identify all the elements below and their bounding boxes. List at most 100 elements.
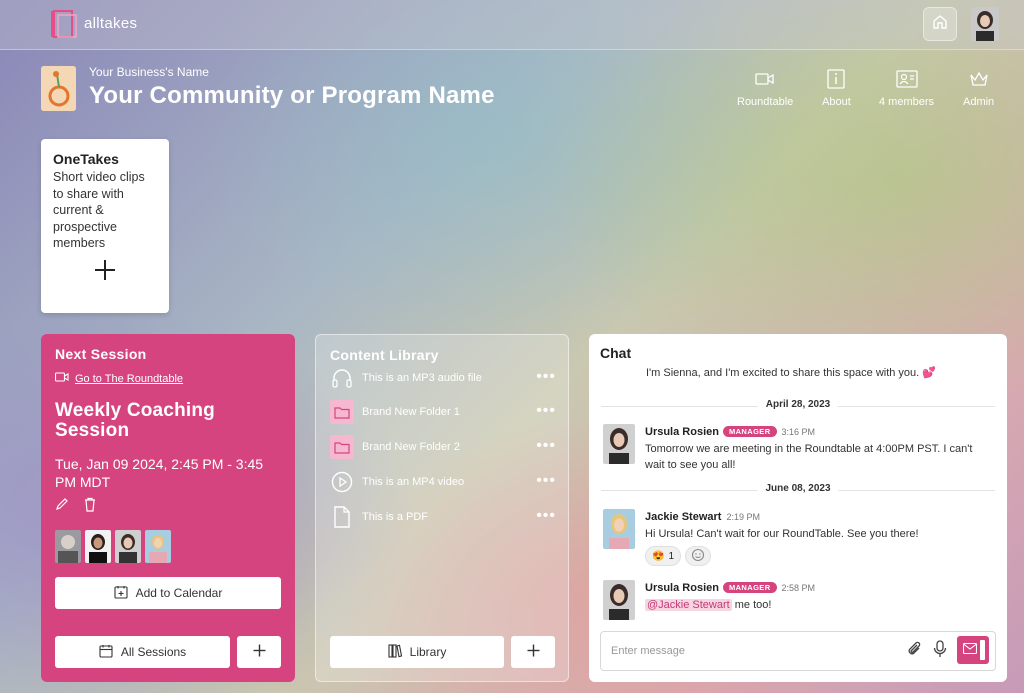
library-item[interactable]: Brand New Folder 1 •••: [330, 399, 556, 425]
calendar-plus-icon: [114, 585, 128, 602]
attendee-avatar[interactable]: [145, 530, 171, 563]
business-logo: [41, 66, 76, 111]
next-session-label: Next Session: [55, 346, 147, 362]
crown-icon: [968, 68, 990, 90]
add-to-calendar-button[interactable]: Add to Calendar: [55, 577, 281, 609]
nav-admin[interactable]: Admin: [963, 68, 994, 108]
send-button[interactable]: [957, 636, 989, 664]
microphone-icon: [933, 639, 947, 661]
reaction-emoji: 😍: [652, 550, 665, 562]
avatar[interactable]: [603, 580, 635, 620]
community-name: Your Community or Program Name: [89, 82, 495, 109]
trash-icon: [83, 497, 97, 516]
smiley-icon: [691, 548, 705, 565]
add-session-button[interactable]: [237, 636, 281, 668]
headphones-icon: [330, 366, 354, 390]
reaction-chip[interactable]: 😍 1: [645, 546, 682, 566]
date-divider-text: June 08, 2023: [757, 483, 839, 494]
more-options-icon[interactable]: •••: [536, 507, 556, 525]
books-icon: [388, 643, 402, 661]
date-divider: April 28, 2023: [601, 399, 995, 413]
message-author: Ursula Rosien: [645, 426, 719, 438]
voice-button[interactable]: [933, 639, 947, 661]
home-icon: [932, 14, 948, 35]
play-icon: [330, 470, 354, 494]
library-item[interactable]: This is an MP3 audio file •••: [330, 365, 556, 391]
all-sessions-button[interactable]: All Sessions: [55, 636, 230, 668]
library-item[interactable]: Brand New Folder 2 •••: [330, 434, 556, 460]
app-logo[interactable]: alltakes: [50, 8, 137, 38]
nav-members-label: 4 members: [879, 96, 935, 108]
edit-session-button[interactable]: [55, 497, 69, 517]
content-library-card: Content Library This is an MP3 audio fil…: [315, 334, 569, 682]
message-time: 2:58 PM: [781, 583, 816, 593]
manager-badge: MANAGER: [722, 582, 777, 593]
add-reaction-button[interactable]: [685, 546, 712, 566]
more-options-icon[interactable]: •••: [536, 472, 556, 490]
goto-roundtable-link[interactable]: Go to The Roundtable: [54, 372, 281, 385]
onetakes-description: Short video clips to share with current …: [53, 170, 145, 250]
library-item-label: This is a PDF: [362, 511, 429, 523]
nav-members[interactable]: 4 members: [879, 68, 934, 108]
nav-roundtable[interactable]: Roundtable: [737, 68, 793, 108]
attachment-button[interactable]: [907, 640, 923, 661]
more-options-icon[interactable]: •••: [536, 437, 556, 455]
plus-icon: [94, 260, 116, 285]
library-item-label: Brand New Folder 2: [362, 441, 460, 453]
chat-panel: Chat I'm Sienna, and I'm excited to shar…: [589, 334, 1007, 682]
nav-about-label: About: [822, 96, 851, 108]
manager-badge: MANAGER: [722, 426, 777, 437]
library-button-label: Library: [409, 645, 447, 659]
nav-roundtable-label: Roundtable: [737, 96, 794, 108]
chat-intro: I'm Sienna, and I'm excited to share thi…: [646, 367, 936, 379]
attendee-avatar[interactable]: [85, 530, 111, 563]
library-item-label: Brand New Folder 1: [362, 406, 460, 418]
avatar[interactable]: [603, 509, 635, 549]
goto-roundtable-text[interactable]: Go to The Roundtable: [75, 373, 183, 385]
date-divider-text: April 28, 2023: [757, 399, 839, 410]
attendee-avatar[interactable]: [55, 530, 81, 563]
message-time: 3:16 PM: [781, 427, 816, 437]
add-onetake-button[interactable]: [41, 259, 169, 286]
more-options-icon[interactable]: •••: [536, 368, 556, 386]
pencil-icon: [55, 498, 69, 515]
library-button[interactable]: Library: [330, 636, 504, 668]
user-mention[interactable]: @Jackie Stewart: [645, 599, 732, 611]
top-bar: alltakes: [0, 0, 1024, 50]
date-divider: June 08, 2023: [601, 483, 995, 497]
delete-session-button[interactable]: [83, 497, 97, 517]
video-icon: [754, 68, 776, 90]
library-item[interactable]: This is an MP4 video •••: [330, 469, 556, 495]
home-button[interactable]: [923, 7, 957, 41]
message-time: 2:19 PM: [726, 512, 760, 522]
plus-icon: [253, 644, 266, 660]
message-input[interactable]: Enter message: [600, 631, 996, 671]
next-session-card: Next Session Go to The Roundtable Weekly…: [41, 334, 295, 682]
logo-text: alltakes: [84, 14, 138, 32]
folder-icon: [330, 435, 354, 459]
add-content-button[interactable]: [511, 636, 555, 668]
content-library-label: Content Library: [330, 347, 439, 363]
info-icon: [825, 68, 847, 90]
video-icon: [54, 372, 69, 385]
user-avatar[interactable]: [971, 7, 999, 41]
attendee-avatars: [55, 530, 171, 563]
onetakes-card[interactable]: OneTakes Short video clips to share with…: [41, 139, 169, 313]
session-title: Weekly Coaching Session: [55, 400, 215, 441]
more-options-icon[interactable]: •••: [536, 402, 556, 420]
reaction-count: 1: [668, 550, 675, 562]
library-item-label: This is an MP4 video: [362, 476, 465, 488]
calendar-icon: [99, 644, 113, 661]
mail-icon: [962, 642, 978, 657]
nav-about[interactable]: About: [822, 68, 851, 108]
folder-icon: [330, 400, 354, 424]
message-author: Jackie Stewart: [645, 511, 722, 523]
message-text: me too!: [731, 599, 772, 611]
logo-mark-icon: [50, 8, 80, 38]
avatar[interactable]: [603, 424, 635, 464]
library-item[interactable]: This is a PDF •••: [330, 504, 556, 530]
library-item-label: This is an MP3 audio file: [362, 372, 482, 384]
message-text: Tomorrow we are meeting in the Roundtabl…: [645, 443, 973, 471]
file-icon: [330, 505, 354, 529]
attendee-avatar[interactable]: [115, 530, 141, 563]
